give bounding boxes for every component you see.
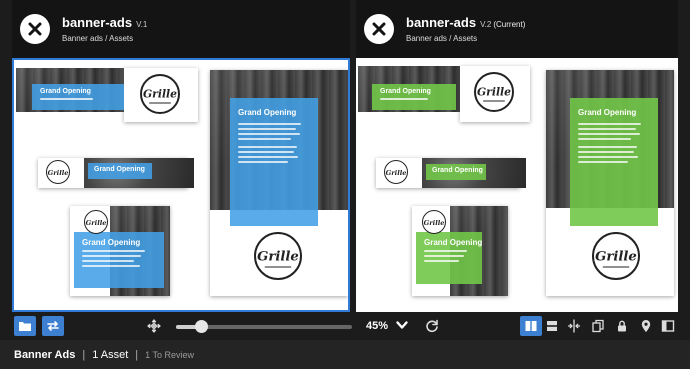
stacked-icon [547, 321, 557, 331]
asset-count[interactable]: 1 Asset [92, 349, 128, 361]
grille-logo: Grille [84, 210, 108, 234]
left-version: V.1 [136, 20, 148, 29]
right-asset-canvas[interactable]: Grand Opening Grille Grand Opening Grill… [356, 58, 678, 312]
banner-headline: Grand Opening [82, 238, 141, 247]
open-folder-button[interactable] [14, 316, 36, 336]
pan-icon [147, 319, 161, 333]
svg-text:Grille: Grille [48, 169, 69, 177]
swap-icon [47, 321, 59, 331]
svg-text:Grille: Grille [143, 88, 177, 101]
close-icon [372, 22, 386, 36]
svg-text:Grille: Grille [595, 249, 637, 264]
review-toolbar: 45% [12, 312, 678, 340]
side-by-side-icon [525, 321, 537, 331]
svg-text:Grille: Grille [386, 169, 407, 177]
right-version: V.2 [480, 20, 492, 29]
separator: | [135, 348, 139, 361]
grille-logo: Grille [46, 160, 70, 184]
grille-logo: Grille [384, 160, 408, 184]
separator: | [82, 348, 86, 361]
banner-headline: Grand Opening [578, 108, 637, 117]
close-icon [28, 22, 42, 36]
left-version-header: banner-ads V.1 Banner ads / Assets [12, 0, 350, 58]
right-breadcrumb[interactable]: Banner ads / Assets [406, 34, 525, 43]
current-badge: (Current) [493, 20, 526, 29]
zoom-slider-handle[interactable] [194, 320, 208, 333]
left-asset-canvas[interactable]: Grand Opening Grille Grand Opening Grill… [12, 58, 350, 312]
swap-versions-button[interactable] [42, 316, 64, 336]
panel-icon [661, 320, 675, 332]
status-bar: Banner Ads | 1 Asset | 1 To Review [0, 340, 690, 369]
project-name[interactable]: Banner Ads [14, 349, 75, 361]
pin-icon [641, 320, 651, 332]
overlay-view-button[interactable] [588, 316, 608, 336]
banner-overlay: Grand Opening [416, 232, 482, 284]
stacked-view-button[interactable] [542, 316, 562, 336]
chevron-down-icon[interactable] [395, 318, 409, 332]
lock-button[interactable] [612, 316, 632, 336]
svg-text:Grille: Grille [424, 219, 445, 227]
review-count[interactable]: 1 To Review [145, 350, 194, 360]
banner-overlay: Grand Opening [32, 84, 124, 110]
banner-overlay: Grand Opening [570, 98, 658, 226]
svg-text:Grille: Grille [257, 249, 299, 264]
banner-overlay: Grand Opening [372, 84, 456, 110]
grille-logo: Grille [254, 232, 302, 280]
grille-logo: Grille [140, 74, 180, 114]
banner-headline: Grand Opening [424, 238, 482, 247]
banner-overlay: Grand Opening [230, 98, 318, 226]
split-compare-icon [567, 319, 581, 333]
left-title: banner-ads [62, 15, 133, 30]
grille-logo: Grille [592, 232, 640, 280]
banner-overlay: Grand Opening [88, 163, 152, 179]
right-version-header: banner-ads V.2 (Current) Banner ads / Asse… [356, 0, 678, 58]
svg-text:Grille: Grille [86, 219, 107, 227]
left-breadcrumb[interactable]: Banner ads / Assets [62, 34, 147, 43]
pin-button[interactable] [636, 316, 656, 336]
banner-headline: Grand Opening [432, 167, 483, 174]
grille-logo: Grille [474, 72, 514, 112]
banner-headline: Grand Opening [40, 88, 91, 95]
banner-overlay: Grand Opening [426, 164, 486, 180]
right-title: banner-ads [406, 15, 477, 30]
refresh-button[interactable] [422, 316, 442, 336]
split-compare-button[interactable] [564, 316, 584, 336]
close-left-button[interactable] [20, 14, 50, 44]
side-by-side-view-button[interactable] [520, 316, 542, 336]
banner-headline: Grand Opening [94, 166, 145, 173]
folder-icon [19, 322, 31, 331]
refresh-icon [426, 319, 438, 333]
side-panel-button[interactable] [658, 316, 678, 336]
overlay-icon [592, 319, 604, 333]
pan-button[interactable] [144, 316, 164, 336]
grille-logo: Grille [422, 210, 446, 234]
svg-text:Grille: Grille [477, 86, 511, 99]
close-right-button[interactable] [364, 14, 394, 44]
lock-icon [618, 320, 626, 332]
banner-overlay: Grand Opening [74, 232, 164, 288]
banner-headline: Grand Opening [380, 88, 431, 95]
banner-headline: Grand Opening [238, 108, 297, 117]
zoom-level[interactable]: 45% [366, 320, 388, 332]
